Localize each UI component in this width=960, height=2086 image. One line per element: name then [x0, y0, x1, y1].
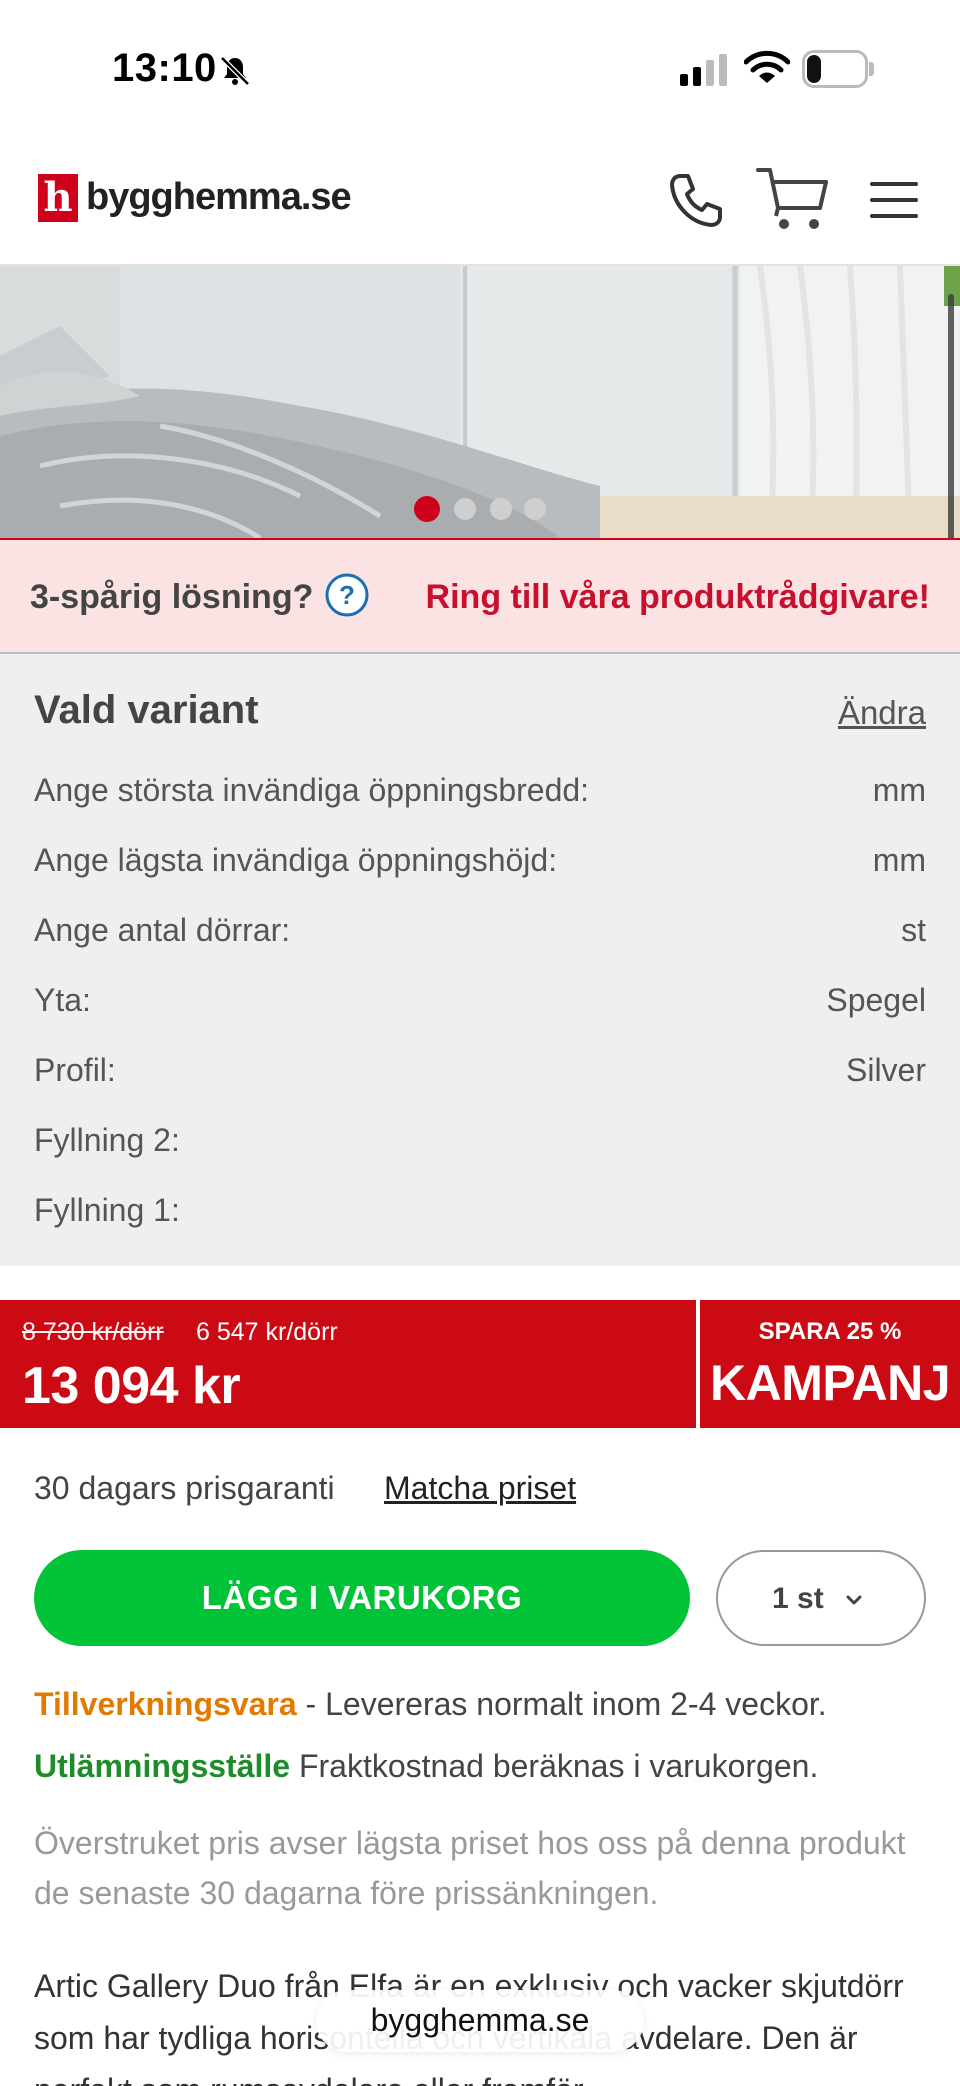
phone-icon[interactable]	[666, 170, 726, 230]
variant-title: Vald variant	[34, 688, 259, 732]
quantity-value: 1 st	[772, 1582, 824, 1615]
delivery-text: - Levereras normalt inom 2-4 veckor.	[296, 1686, 827, 1722]
price-guarantee-text: 30 dagars prisgaranti	[34, 1470, 335, 1506]
help-icon[interactable]: ?	[324, 572, 370, 618]
unit-price: 6 547 kr/dörr	[196, 1318, 338, 1346]
cellular-signal-icon	[680, 54, 727, 86]
advisor-call-link[interactable]: Ring till våra produktrådgivare!	[426, 578, 930, 617]
add-to-cart-button[interactable]: LÄGG I VARUKORG	[34, 1550, 690, 1646]
variant-row: Ange lägsta invändiga öppningshöjd: mm	[34, 842, 926, 892]
status-time: 13:10	[112, 46, 217, 90]
url-text: bygghemma.se	[370, 2002, 590, 2038]
variant-row-label: Fyllning 2:	[34, 1122, 180, 1158]
total-price: 13 094 kr	[22, 1357, 241, 1415]
logo-letter: h	[43, 174, 73, 221]
browser-url-bar[interactable]: bygghemma.se	[316, 1990, 644, 2052]
svg-text:?: ?	[339, 580, 355, 610]
save-percent: SPARA 25 %	[758, 1318, 902, 1345]
match-price-link[interactable]: Matcha priset	[384, 1470, 576, 1507]
variant-row: Fyllning 2:	[34, 1122, 926, 1172]
variant-row-value: Silver	[845, 1052, 926, 1088]
delivery-info: Tillverkningsvara - Levereras normalt in…	[34, 1686, 827, 1723]
price-disclaimer: Överstruket pris avser lägsta priset hos…	[34, 1825, 906, 1911]
variant-row: Profil: Silver	[34, 1052, 926, 1102]
status-bar: 13:10 25	[0, 0, 960, 140]
change-variant-link[interactable]: Ändra	[838, 694, 926, 732]
variant-row: Ange antal dörrar: st	[34, 912, 926, 962]
variant-row: Yta: Spegel	[34, 982, 926, 1032]
price-box: 8 730 kr/dörr 6 547 kr/dörr 13 094 kr	[0, 1300, 696, 1428]
advisor-question: 3-spårig lösning?	[30, 578, 314, 616]
old-unit-price: 8 730 kr/dörr	[22, 1318, 164, 1346]
variant-row-value: st	[901, 912, 926, 948]
site-header: h bygghemma.se	[0, 140, 960, 266]
variant-row: Fyllning 1:	[34, 1192, 926, 1242]
delivery-label: Tillverkningsvara	[34, 1686, 297, 1722]
advisor-banner: 3-spårig lösning? ? Ring till våra produ…	[0, 538, 960, 654]
variant-row-label: Profil:	[34, 1052, 116, 1088]
variant-row: Ange största invändiga öppningsbredd: mm	[34, 772, 926, 822]
wifi-icon	[744, 50, 790, 83]
bell-slash-icon	[220, 56, 250, 86]
product-photo	[0, 266, 960, 538]
variant-row-value: Spegel	[826, 982, 926, 1018]
pickup-label: Utlämningsställe	[34, 1748, 291, 1784]
carousel-dot-1[interactable]	[414, 496, 440, 522]
variant-row-value: mm	[872, 772, 926, 808]
chevron-down-icon	[846, 1595, 862, 1605]
quantity-select[interactable]: 1 st	[716, 1550, 926, 1646]
carousel-dot-3[interactable]	[490, 498, 512, 520]
logo-mark[interactable]: h	[38, 174, 78, 222]
variant-row-label: Ange största invändiga öppningsbredd:	[34, 772, 590, 808]
campaign-badge: SPARA 25 % KAMPANJ	[700, 1300, 960, 1428]
cart-icon[interactable]	[756, 164, 830, 234]
logo-text[interactable]: bygghemma.se	[86, 176, 352, 219]
variant-row-label: Ange lägsta invändiga öppningshöjd:	[34, 842, 558, 878]
pickup-info: Utlämningsställe Fraktkostnad beräknas i…	[34, 1748, 818, 1785]
carousel-dot-2[interactable]	[454, 498, 476, 520]
scrollbar[interactable]	[948, 294, 954, 570]
carousel-dot-4[interactable]	[524, 498, 546, 520]
pickup-text: Fraktkostnad beräknas i varukorgen.	[290, 1748, 819, 1784]
battery-percent: 25	[823, 55, 853, 85]
variant-row-label: Fyllning 1:	[34, 1192, 180, 1228]
product-image-carousel[interactable]	[0, 266, 960, 538]
variant-row-label: Yta:	[34, 982, 91, 1018]
campaign-label: KAMPANJ	[709, 1355, 951, 1411]
menu-icon[interactable]	[870, 180, 918, 220]
selected-variant-panel: Vald variant Ändra Ange största invändig…	[0, 654, 960, 1266]
variant-row-value: mm	[872, 842, 926, 878]
battery-indicator: 25	[802, 50, 874, 88]
variant-row-label: Ange antal dörrar:	[34, 912, 291, 948]
